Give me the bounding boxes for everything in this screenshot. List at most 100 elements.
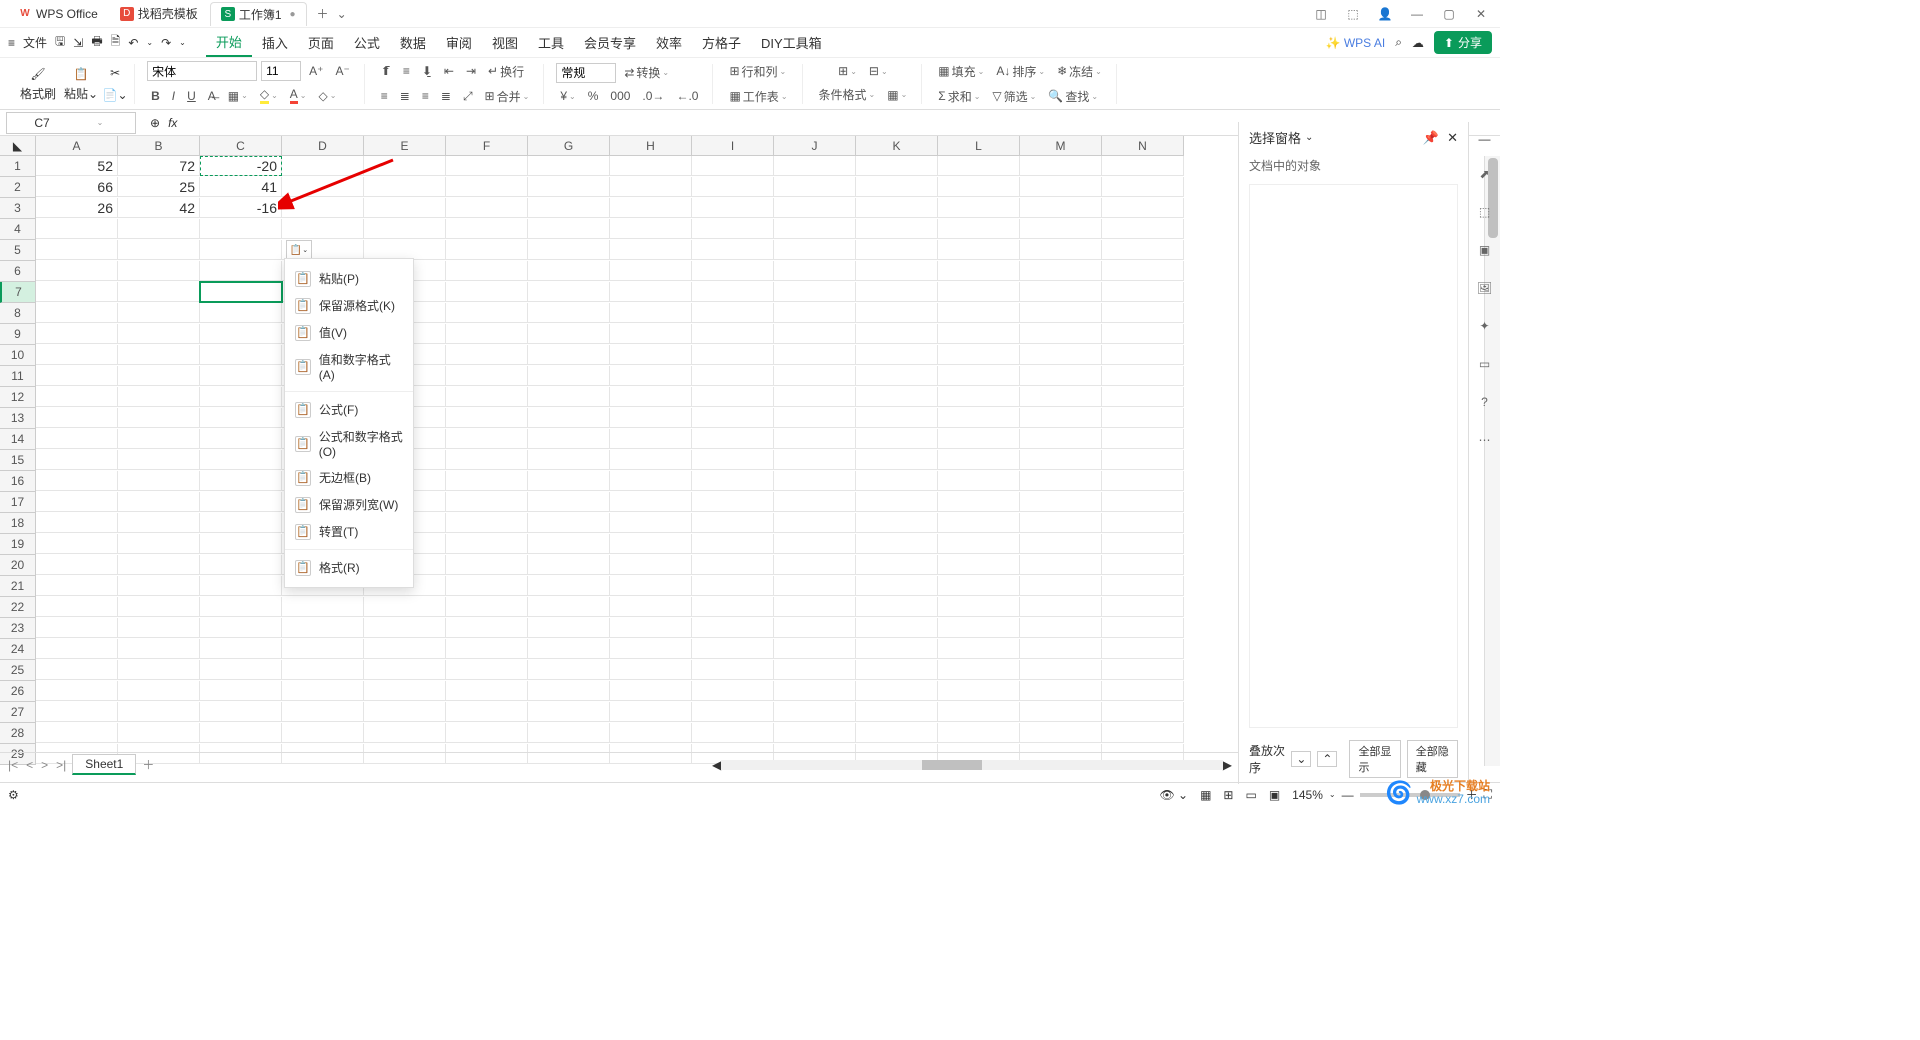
cell[interactable] bbox=[446, 702, 528, 722]
cell[interactable] bbox=[364, 177, 446, 197]
cell[interactable] bbox=[1020, 240, 1102, 260]
cell[interactable] bbox=[610, 555, 692, 575]
column-header[interactable]: C bbox=[200, 136, 282, 156]
cell[interactable] bbox=[774, 450, 856, 470]
cell[interactable] bbox=[856, 429, 938, 449]
cell[interactable] bbox=[1020, 429, 1102, 449]
cell[interactable] bbox=[36, 471, 118, 491]
cell[interactable] bbox=[200, 366, 282, 386]
cell[interactable] bbox=[118, 597, 200, 617]
cell[interactable] bbox=[36, 597, 118, 617]
cell[interactable] bbox=[446, 576, 528, 596]
decrease-decimal-icon[interactable]: ←.0 bbox=[672, 87, 702, 105]
cell[interactable] bbox=[856, 618, 938, 638]
cell[interactable] bbox=[118, 450, 200, 470]
cell[interactable] bbox=[692, 576, 774, 596]
cell[interactable] bbox=[36, 555, 118, 575]
column-header[interactable]: G bbox=[528, 136, 610, 156]
paste-option[interactable]: 📋粘贴(P) bbox=[285, 265, 413, 292]
cell[interactable] bbox=[446, 219, 528, 239]
cell[interactable] bbox=[118, 282, 200, 302]
cell[interactable] bbox=[610, 639, 692, 659]
cell[interactable] bbox=[938, 387, 1020, 407]
column-header[interactable]: M bbox=[1020, 136, 1102, 156]
cell[interactable] bbox=[774, 597, 856, 617]
cell[interactable] bbox=[1102, 618, 1184, 638]
align-justify-icon[interactable]: ≣ bbox=[437, 87, 455, 105]
cell[interactable] bbox=[1020, 660, 1102, 680]
cell[interactable] bbox=[1020, 555, 1102, 575]
freeze-button[interactable]: ❄ 冻结⌄ bbox=[1053, 61, 1106, 82]
name-box[interactable]: C7 ⌄ bbox=[6, 112, 136, 134]
decrease-font-icon[interactable]: A⁻ bbox=[331, 62, 353, 80]
cell[interactable] bbox=[938, 660, 1020, 680]
cell[interactable] bbox=[692, 702, 774, 722]
cell[interactable] bbox=[200, 240, 282, 260]
undo-icon[interactable]: ↶ bbox=[128, 36, 138, 50]
cell[interactable] bbox=[856, 681, 938, 701]
cell[interactable] bbox=[36, 681, 118, 701]
paste-option[interactable]: 📋公式和数字格式(O) bbox=[285, 423, 413, 464]
cell[interactable] bbox=[938, 513, 1020, 533]
cell[interactable] bbox=[938, 282, 1020, 302]
cell[interactable] bbox=[528, 555, 610, 575]
cell[interactable] bbox=[1020, 324, 1102, 344]
column-header[interactable]: L bbox=[938, 136, 1020, 156]
paste-option[interactable]: 📋保留源格式(K) bbox=[285, 292, 413, 319]
cell[interactable] bbox=[118, 408, 200, 428]
cell[interactable] bbox=[692, 597, 774, 617]
cell[interactable] bbox=[1102, 702, 1184, 722]
cell[interactable] bbox=[446, 408, 528, 428]
cell[interactable] bbox=[610, 576, 692, 596]
view-normal-icon[interactable]: ▦ bbox=[1200, 788, 1211, 802]
column-header[interactable]: K bbox=[856, 136, 938, 156]
cell[interactable] bbox=[1020, 639, 1102, 659]
cell[interactable] bbox=[446, 618, 528, 638]
cell[interactable] bbox=[692, 534, 774, 554]
cell[interactable] bbox=[118, 702, 200, 722]
cell[interactable] bbox=[856, 261, 938, 281]
row-header[interactable]: 9 bbox=[0, 324, 36, 345]
font-family-select[interactable] bbox=[147, 61, 257, 81]
cell[interactable] bbox=[610, 198, 692, 218]
cell[interactable] bbox=[528, 261, 610, 281]
cell[interactable] bbox=[1102, 492, 1184, 512]
cell[interactable] bbox=[1020, 177, 1102, 197]
tab-dropdown[interactable]: ⌄ bbox=[337, 7, 347, 21]
cell[interactable] bbox=[446, 723, 528, 743]
cell[interactable] bbox=[446, 513, 528, 533]
cell[interactable] bbox=[528, 345, 610, 365]
number-format-select[interactable] bbox=[556, 63, 616, 83]
cell[interactable] bbox=[36, 702, 118, 722]
row-header[interactable]: 1 bbox=[0, 156, 36, 177]
show-all-button[interactable]: 全部显示 bbox=[1349, 740, 1400, 778]
cell[interactable] bbox=[282, 681, 364, 701]
cell[interactable] bbox=[856, 198, 938, 218]
cell[interactable] bbox=[200, 324, 282, 344]
cell[interactable] bbox=[692, 345, 774, 365]
cell[interactable] bbox=[1020, 387, 1102, 407]
cell[interactable] bbox=[118, 681, 200, 701]
cell[interactable] bbox=[1102, 597, 1184, 617]
panel-pin-icon[interactable]: 📌 bbox=[1423, 130, 1439, 146]
cell[interactable] bbox=[36, 450, 118, 470]
row-header[interactable]: 15 bbox=[0, 450, 36, 471]
cell[interactable] bbox=[938, 492, 1020, 512]
align-top-icon[interactable]: ⬆̄ bbox=[377, 62, 395, 80]
align-center-icon[interactable]: ≣ bbox=[396, 87, 414, 105]
bold-button[interactable]: B bbox=[147, 87, 164, 105]
sheet-nav-prev[interactable]: < bbox=[24, 758, 35, 772]
column-header[interactable]: F bbox=[446, 136, 528, 156]
cell[interactable] bbox=[856, 534, 938, 554]
cell[interactable]: 41 bbox=[200, 177, 282, 197]
cell[interactable] bbox=[692, 261, 774, 281]
cell[interactable] bbox=[610, 219, 692, 239]
row-header[interactable]: 11 bbox=[0, 366, 36, 387]
cell[interactable] bbox=[610, 681, 692, 701]
share-button[interactable]: ⬆ 分享 bbox=[1434, 31, 1492, 54]
cell[interactable] bbox=[282, 660, 364, 680]
sheet-nav-next[interactable]: > bbox=[39, 758, 50, 772]
cell[interactable] bbox=[692, 639, 774, 659]
cell[interactable] bbox=[856, 471, 938, 491]
cell[interactable] bbox=[610, 471, 692, 491]
